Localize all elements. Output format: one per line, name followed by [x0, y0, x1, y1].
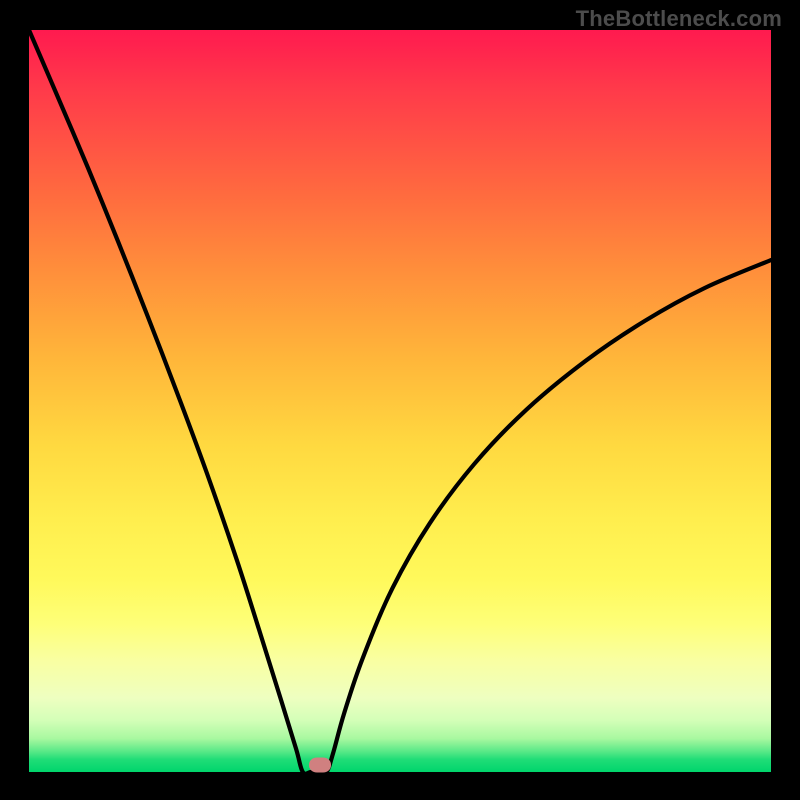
bottleneck-curve — [29, 30, 771, 774]
curve-svg — [29, 30, 771, 772]
plot-area — [29, 30, 771, 772]
chart-frame: TheBottleneck.com — [0, 0, 800, 800]
watermark-text: TheBottleneck.com — [576, 6, 782, 32]
optimum-marker-icon — [309, 757, 331, 772]
